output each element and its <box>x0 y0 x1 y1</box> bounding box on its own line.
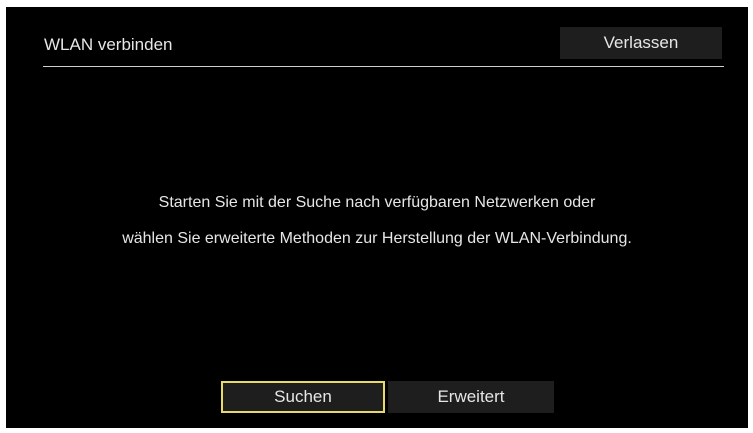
instruction-line-1: Starten Sie mit der Suche nach verfügbar… <box>158 194 596 211</box>
page-title: WLAN verbinden <box>44 35 173 54</box>
instruction-line-2: wählen Sie erweiterte Methoden zur Herst… <box>122 230 632 247</box>
exit-button[interactable]: Verlassen <box>560 27 722 59</box>
header-divider <box>43 66 724 67</box>
wlan-connect-screen: WLAN verbinden Verlassen Starten Sie mit… <box>6 7 748 428</box>
search-button[interactable]: Suchen <box>221 381 385 413</box>
advanced-button[interactable]: Erweitert <box>388 381 554 413</box>
instruction-message: Starten Sie mit der Suche nach verfügbar… <box>6 185 748 257</box>
